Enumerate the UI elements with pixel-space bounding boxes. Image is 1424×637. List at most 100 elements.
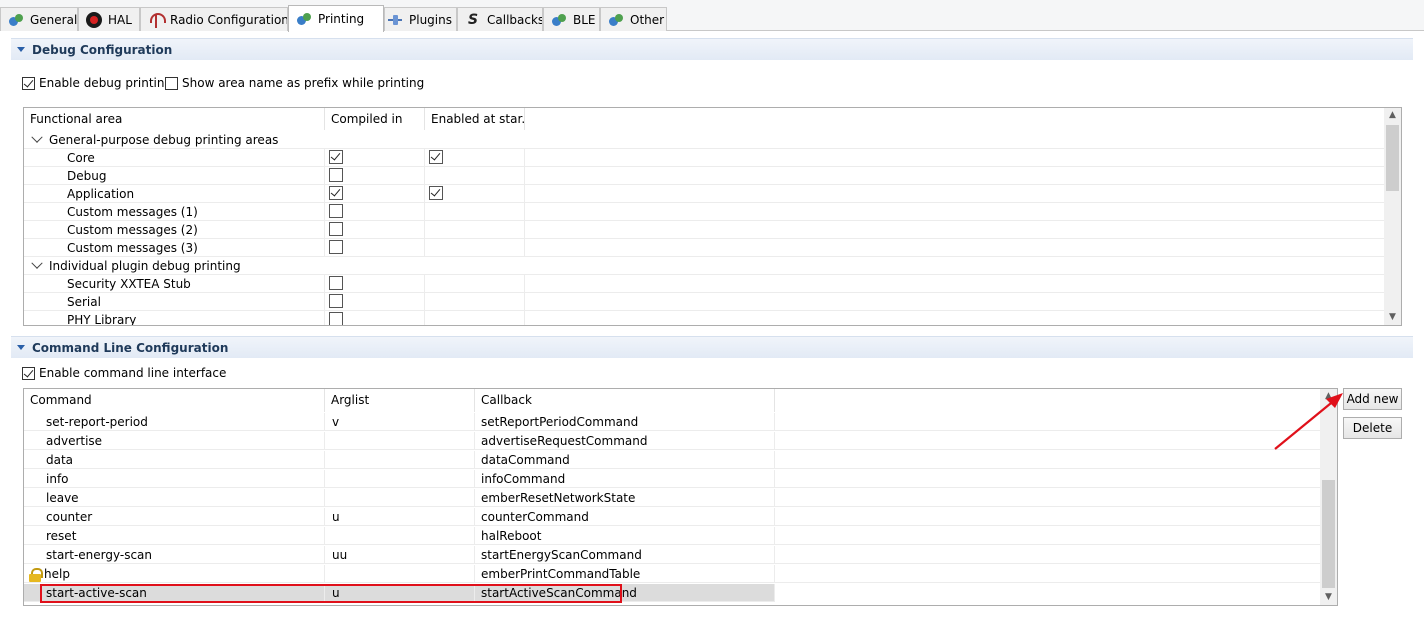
compiled-in-checkbox[interactable] (329, 294, 343, 308)
command-cell: counter (24, 508, 325, 526)
table-row[interactable]: data dataCommand (24, 451, 1321, 469)
compiled-in-checkbox[interactable] (329, 204, 343, 218)
command-cell: data (24, 451, 325, 469)
scroll-down-icon[interactable]: ▼ (1388, 313, 1397, 322)
compiled-in-checkbox[interactable] (329, 240, 343, 254)
show-area-prefix-checkbox[interactable] (165, 76, 178, 90)
tab-label: Other (630, 12, 665, 27)
enable-cli-option[interactable]: Enable command line interface (22, 366, 226, 380)
callback-cell: emberPrintCommandTable (475, 565, 775, 583)
table-row[interactable]: Application (24, 185, 1385, 203)
table-row[interactable]: Security XXTEA Stub (24, 275, 1385, 293)
tab-plugins[interactable]: Plugins (384, 7, 457, 31)
tab-other[interactable]: Other (600, 7, 667, 31)
table-row[interactable]: leave emberResetNetworkState (24, 489, 1321, 507)
callback-cell: emberResetNetworkState (475, 489, 775, 507)
table-row[interactable]: Core (24, 149, 1385, 167)
table-row[interactable]: Serial (24, 293, 1385, 311)
arglist-cell (325, 489, 475, 507)
table-row[interactable]: Custom messages (2) (24, 221, 1385, 239)
option-label: Show area name as prefix while printing (182, 76, 425, 90)
tab-radio-configuration[interactable]: Radio Configuration (140, 7, 288, 31)
arglist-cell: v (325, 413, 475, 431)
table-row[interactable]: Debug (24, 167, 1385, 185)
arglist-cell (325, 565, 475, 583)
command-line-configuration-header[interactable]: Command Line Configuration (11, 336, 1413, 358)
compiled-in-checkbox[interactable] (329, 186, 343, 200)
compiled-in-checkbox[interactable] (329, 312, 343, 325)
enable-debug-printing-checkbox[interactable] (22, 76, 35, 90)
table-row[interactable]: counter u counterCommand (24, 508, 1321, 526)
column-header-callback[interactable]: Callback (475, 389, 775, 412)
table-row[interactable]: PHY Library (24, 311, 1385, 325)
group-label: Individual plugin debug printing (49, 259, 241, 273)
callback-cell: advertiseRequestCommand (475, 432, 775, 450)
enabled-at-startup-checkbox[interactable] (429, 150, 443, 164)
add-new-button[interactable]: Add new (1343, 388, 1402, 410)
lock-icon (28, 567, 43, 582)
tab-callbacks[interactable]: S Callbacks (457, 7, 543, 31)
column-header-command[interactable]: Command (24, 389, 325, 412)
tab-general[interactable]: General (0, 7, 78, 31)
table-row[interactable]: set-report-period v setReportPeriodComma… (24, 413, 1321, 431)
tab-hal[interactable]: HAL (78, 7, 140, 31)
table-row[interactable]: Custom messages (1) (24, 203, 1385, 221)
plug-icon (387, 12, 403, 28)
scroll-down-icon[interactable]: ▼ (1324, 593, 1333, 602)
group-label: General-purpose debug printing areas (49, 133, 279, 147)
callback-cell: dataCommand (475, 451, 775, 469)
chevron-down-icon[interactable] (31, 257, 43, 269)
column-header-compiled-in[interactable]: Compiled in (325, 108, 425, 130)
table-row-group-general[interactable]: General-purpose debug printing areas (24, 131, 1385, 149)
arglist-cell (325, 527, 475, 545)
table-row[interactable]: reset halReboot (24, 527, 1321, 545)
section-title: Debug Configuration (32, 42, 173, 57)
command-cell: set-report-period (24, 413, 325, 431)
table-row[interactable]: start-energy-scan uu startEnergyScanComm… (24, 546, 1321, 564)
table-row[interactable]: advertise advertiseRequestCommand (24, 432, 1321, 450)
callback-cell: counterCommand (475, 508, 775, 526)
area-name: Security XXTEA Stub (24, 275, 325, 293)
debug-table-scrollbar[interactable]: ▲ ▼ (1384, 108, 1401, 325)
show-area-prefix-option[interactable]: Show area name as prefix while printing (165, 76, 424, 90)
enable-debug-printing-option[interactable]: Enable debug printing (22, 76, 172, 90)
scrollbar-thumb[interactable] (1322, 480, 1335, 588)
delete-button[interactable]: Delete (1343, 417, 1402, 439)
enable-cli-checkbox[interactable] (22, 366, 35, 380)
debug-configuration-header[interactable]: Debug Configuration (11, 38, 1413, 60)
callback-cell: infoCommand (475, 470, 775, 488)
leaf-icon (551, 12, 567, 28)
command-cell: reset (24, 527, 325, 545)
tab-label: Plugins (409, 12, 452, 27)
compiled-in-checkbox[interactable] (329, 168, 343, 182)
compiled-in-checkbox[interactable] (329, 222, 343, 236)
section-title: Command Line Configuration (32, 340, 229, 355)
area-name: PHY Library (24, 311, 325, 325)
compiled-in-checkbox[interactable] (329, 276, 343, 290)
leaf-icon (8, 12, 24, 28)
area-name: Custom messages (2) (24, 221, 325, 239)
callback-cell: halReboot (475, 527, 775, 545)
area-name: Custom messages (3) (24, 239, 325, 257)
tab-label: Radio Configuration (170, 12, 288, 27)
table-row[interactable]: info infoCommand (24, 470, 1321, 488)
tab-ble[interactable]: BLE (543, 7, 600, 31)
tab-printing[interactable]: Printing (288, 5, 384, 32)
table-row-group-plugins[interactable]: Individual plugin debug printing (24, 257, 1385, 275)
command-cell: info (24, 470, 325, 488)
callback-cell: startEnergyScanCommand (475, 546, 775, 564)
table-row-locked[interactable]: help emberPrintCommandTable (24, 565, 1321, 583)
column-header-arglist[interactable]: Arglist (325, 389, 475, 412)
table-row[interactable]: Custom messages (3) (24, 239, 1385, 257)
scroll-up-icon[interactable]: ▲ (1388, 111, 1397, 120)
chevron-down-icon[interactable] (31, 131, 43, 143)
column-header-functional-area[interactable]: Functional area (24, 108, 325, 130)
column-header-enabled-at-startup[interactable]: Enabled at star... (425, 108, 525, 130)
enabled-at-startup-checkbox[interactable] (429, 186, 443, 200)
table-header: Command Arglist Callback (24, 389, 1337, 412)
tab-label: Callbacks (487, 12, 543, 27)
scrollbar-thumb[interactable] (1386, 125, 1399, 191)
option-label: Enable command line interface (39, 366, 227, 380)
compiled-in-checkbox[interactable] (329, 150, 343, 164)
command-cell: start-energy-scan (24, 546, 325, 564)
